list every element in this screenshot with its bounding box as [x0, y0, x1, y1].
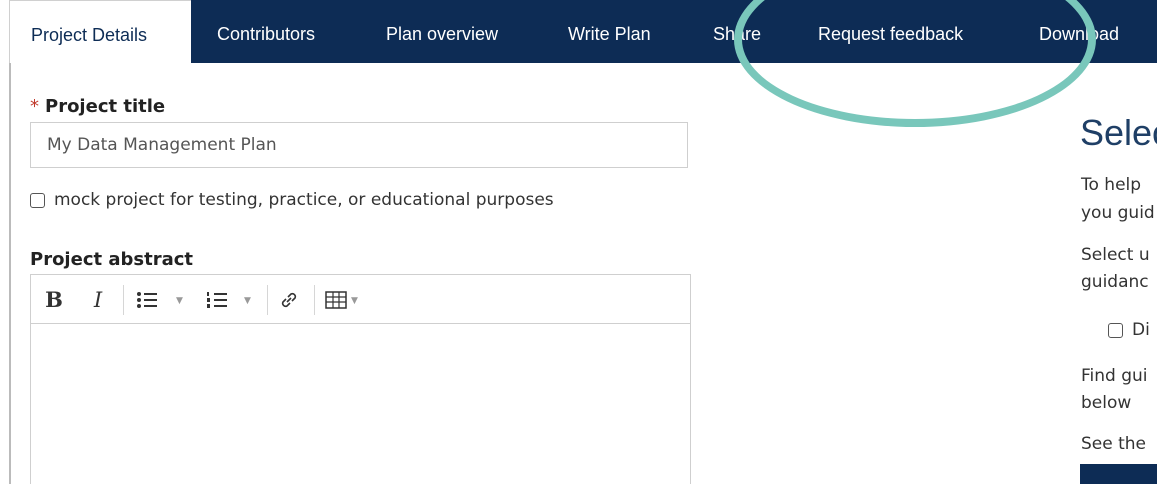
- tab-contributors[interactable]: Contributors: [217, 0, 315, 63]
- highlight-annotation-ring: [734, 0, 1096, 127]
- guidance-text: Find gui: [1081, 366, 1148, 386]
- mock-project-label: mock project for testing, practice, or e…: [54, 190, 554, 210]
- toolbar-separator: [267, 285, 268, 315]
- table-icon[interactable]: [323, 275, 349, 324]
- guidance-button[interactable]: [1080, 464, 1157, 484]
- project-abstract-label: Project abstract: [30, 249, 194, 270]
- guidance-text: below: [1081, 393, 1132, 413]
- mock-project-option[interactable]: mock project for testing, practice, or e…: [30, 190, 554, 210]
- mock-project-checkbox[interactable]: [30, 192, 45, 208]
- tab-project-details[interactable]: Project Details: [9, 0, 191, 63]
- chevron-down-icon[interactable]: ▼: [351, 296, 358, 306]
- numbered-list-icon[interactable]: [205, 275, 229, 324]
- toolbar-separator: [314, 285, 315, 315]
- bulleted-list-icon[interactable]: [135, 275, 159, 324]
- abstract-editor[interactable]: B I ▼ ▼ ▼: [30, 274, 691, 484]
- guidance-text: you guid: [1081, 203, 1155, 223]
- link-icon[interactable]: [275, 275, 303, 324]
- required-marker: *: [30, 96, 39, 117]
- project-title-label-text: Project title: [45, 96, 166, 117]
- bold-icon[interactable]: B: [43, 275, 65, 324]
- guidance-option[interactable]: Di: [1108, 320, 1150, 340]
- italic-icon[interactable]: I: [87, 275, 109, 324]
- editor-toolbar: B I ▼ ▼ ▼: [31, 275, 690, 324]
- guidance-text: guidanc: [1081, 272, 1149, 292]
- toolbar-separator: [123, 285, 124, 315]
- guidance-panel-title: Selec: [1080, 112, 1157, 153]
- guidance-text: Select u: [1081, 245, 1150, 265]
- abstract-text-area[interactable]: [31, 324, 690, 484]
- guidance-text: See the: [1081, 434, 1147, 454]
- project-title-input[interactable]: My Data Management Plan: [30, 122, 688, 168]
- tab-write-plan[interactable]: Write Plan: [568, 0, 651, 63]
- guidance-option-label: Di: [1132, 320, 1150, 340]
- content-border: [9, 63, 11, 484]
- project-title-label: * Project title: [30, 96, 165, 117]
- tab-plan-overview[interactable]: Plan overview: [386, 0, 498, 63]
- chevron-down-icon[interactable]: ▼: [244, 296, 251, 306]
- guidance-text: To help: [1081, 175, 1142, 195]
- chevron-down-icon[interactable]: ▼: [176, 296, 183, 306]
- guidance-checkbox[interactable]: [1108, 322, 1123, 338]
